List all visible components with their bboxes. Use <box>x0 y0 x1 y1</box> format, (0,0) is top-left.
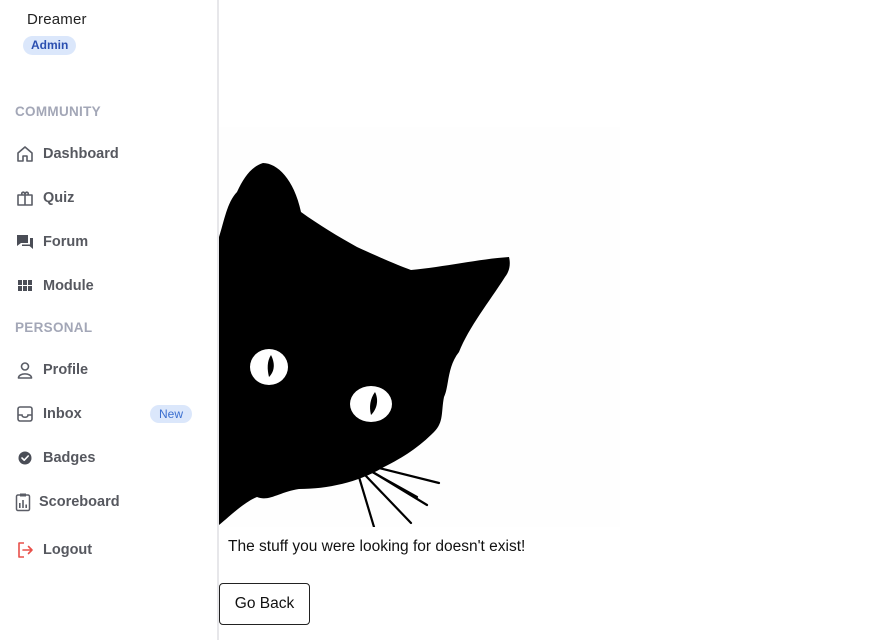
badge-check-icon <box>15 448 35 468</box>
not-found-message: The stuff you were looking for doesn't e… <box>228 538 526 555</box>
user-icon <box>15 360 35 380</box>
cat-illustration <box>219 127 620 527</box>
section-title-personal: PERSONAL <box>15 320 93 335</box>
role-badge: Admin <box>23 36 77 55</box>
sidebar-item-inbox[interactable]: Inbox New <box>15 402 200 426</box>
sidebar-item-dashboard[interactable]: Dashboard <box>15 142 200 166</box>
app-root: Dreamer Admin COMMUNITY Dashboard Quiz F… <box>0 0 879 640</box>
sidebar-item-module[interactable]: Module <box>15 274 200 298</box>
inbox-icon <box>15 404 35 424</box>
sidebar-item-label: Forum <box>43 234 89 250</box>
quiz-icon <box>15 188 35 208</box>
sidebar: Dreamer Admin COMMUNITY Dashboard Quiz F… <box>0 0 219 640</box>
new-badge: New <box>149 405 192 423</box>
sidebar-item-label: Logout <box>43 542 93 558</box>
sidebar-item-label: Profile <box>43 362 89 378</box>
sidebar-item-label: Badges <box>43 450 96 466</box>
peeking-cat-image <box>219 127 620 527</box>
section-title-community: COMMUNITY <box>15 104 101 119</box>
sidebar-item-label: Inbox <box>43 406 82 422</box>
sidebar-item-quiz[interactable]: Quiz <box>15 186 200 210</box>
logout-icon <box>15 540 35 560</box>
go-back-button[interactable]: Go Back <box>219 583 310 625</box>
sidebar-item-forum[interactable]: Forum <box>15 230 200 254</box>
grid-icon <box>15 276 35 296</box>
sidebar-item-label: Module <box>43 278 94 294</box>
sidebar-item-logout[interactable]: Logout <box>15 538 200 562</box>
sidebar-item-label: Scoreboard <box>39 494 120 510</box>
home-icon <box>15 144 35 164</box>
clipboard-icon <box>15 492 31 512</box>
forum-icon <box>15 232 35 252</box>
user-name: Dreamer <box>27 11 87 28</box>
sidebar-item-profile[interactable]: Profile <box>15 358 200 382</box>
sidebar-item-label: Quiz <box>43 190 75 206</box>
sidebar-item-badges[interactable]: Badges <box>15 446 200 470</box>
sidebar-item-label: Dashboard <box>43 146 119 162</box>
sidebar-item-scoreboard[interactable]: Scoreboard <box>15 490 200 514</box>
